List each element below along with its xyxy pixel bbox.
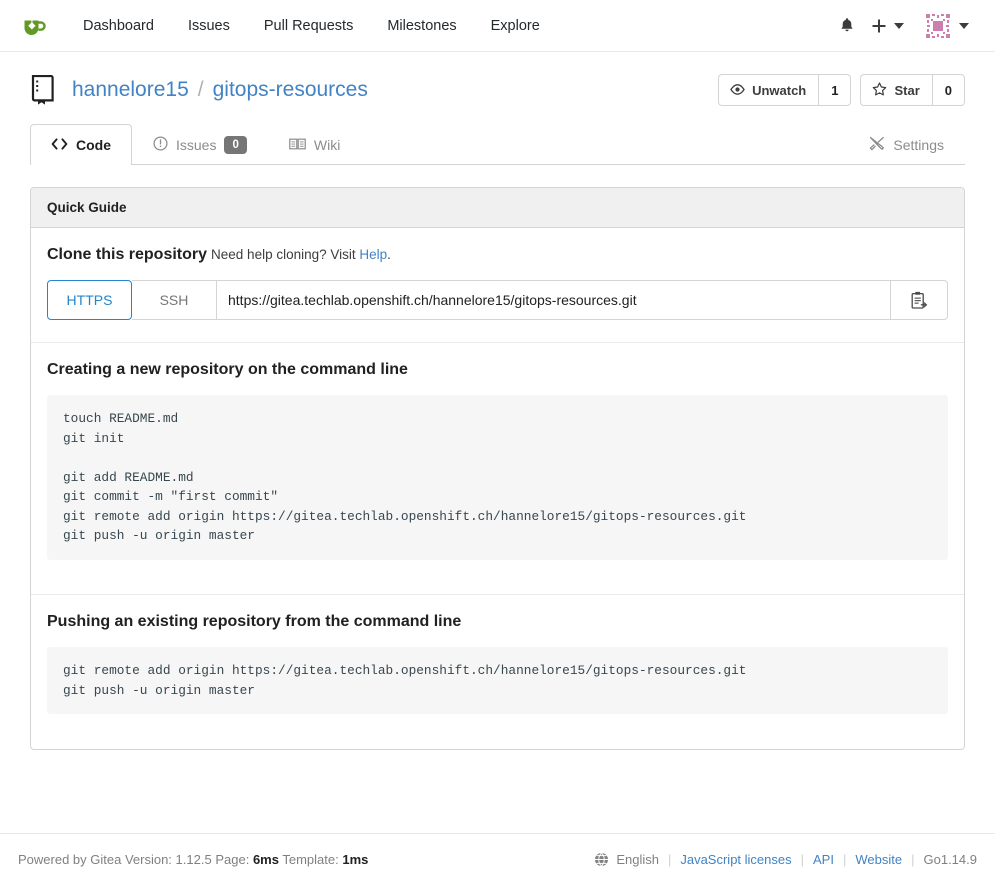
footer-divider: | (801, 852, 804, 867)
star-button[interactable]: Star (860, 74, 931, 106)
navbar-right-actions (829, 0, 977, 52)
create-repo-section-title: Creating a new repository on the command… (47, 361, 948, 379)
footer-template-time: 1ms (342, 852, 368, 867)
tab-issues[interactable]: Issues 0 (132, 124, 268, 165)
nav-link-pull-requests[interactable]: Pull Requests (247, 0, 370, 52)
create-repo-code-block[interactable]: touch README.md git init git add README.… (47, 395, 948, 560)
clone-title-text: Clone this repository (47, 246, 207, 263)
create-repo-section: Creating a new repository on the command… (31, 343, 964, 595)
clone-title: Clone this repository Need help cloning? … (47, 246, 948, 264)
star-label: Star (894, 83, 919, 98)
protocol-ssh-button[interactable]: SSH (132, 280, 217, 320)
nav-link-issues[interactable]: Issues (171, 0, 247, 52)
unwatch-button[interactable]: Unwatch (718, 74, 818, 106)
star-count[interactable]: 0 (932, 74, 965, 106)
repo-path-separator: / (198, 78, 204, 102)
watch-button-group: Unwatch 1 (718, 74, 851, 106)
top-navbar: Dashboard Issues Pull Requests Milestone… (0, 0, 995, 52)
footer-right: English | JavaScript licenses | API | We… (594, 852, 977, 867)
tab-issues-badge: 0 (224, 136, 246, 155)
plus-icon (871, 18, 887, 34)
tab-settings-label: Settings (893, 137, 944, 153)
footer-powered-by: Powered by Gitea Version: (18, 852, 172, 867)
clone-url-row: HTTPS SSH (47, 280, 948, 320)
star-icon (872, 82, 887, 99)
footer-version: 1.12.5 (176, 852, 212, 867)
clone-section: Clone this repository Need help cloning? … (31, 228, 964, 343)
tab-wiki[interactable]: Wiki (268, 124, 361, 165)
clone-subtitle: Need help cloning? Visit Help. (211, 247, 391, 262)
repo-owner-link[interactable]: hannelore15 (72, 78, 189, 102)
code-brackets-icon (51, 137, 68, 153)
clone-subtitle-text: Need help cloning? Visit (211, 247, 356, 262)
clipboard-copy-icon[interactable] (890, 280, 948, 320)
push-repo-section: Pushing an existing repository from the … (31, 595, 964, 749)
footer-left: Powered by Gitea Version: 1.12.5 Page: 6… (18, 852, 368, 867)
notification-bell-icon[interactable] (829, 0, 865, 52)
repository-tabs-wrapper: Code Issues 0 (30, 124, 965, 165)
clone-subtitle-period: . (387, 247, 391, 262)
footer-divider: | (668, 852, 671, 867)
footer-website-link[interactable]: Website (855, 852, 902, 867)
user-menu-button[interactable] (910, 12, 977, 40)
globe-icon (594, 852, 609, 867)
repository-path: hannelore15 / gitops-resources (72, 78, 368, 102)
book-open-icon (289, 137, 306, 154)
footer-language[interactable]: English (616, 852, 659, 867)
nav-link-dashboard[interactable]: Dashboard (66, 0, 171, 52)
footer-divider: | (911, 852, 914, 867)
footer-api-link[interactable]: API (813, 852, 834, 867)
tab-code[interactable]: Code (30, 124, 132, 165)
eye-icon (730, 83, 745, 98)
create-new-button[interactable] (865, 18, 910, 34)
footer-page-time: 6ms (253, 852, 279, 867)
push-repo-code-block[interactable]: git remote add origin https://gitea.tech… (47, 647, 948, 714)
page-footer: Powered by Gitea Version: 1.12.5 Page: 6… (0, 833, 995, 885)
page-body: Quick Guide Clone this repository Need he… (0, 165, 995, 750)
protocol-https-button[interactable]: HTTPS (47, 280, 132, 320)
star-button-group: Star 0 (860, 74, 965, 106)
tab-code-label: Code (76, 137, 111, 153)
nav-link-milestones[interactable]: Milestones (370, 0, 473, 52)
watch-count[interactable]: 1 (818, 74, 851, 106)
footer-template-label: Template: (282, 852, 338, 867)
repo-book-icon (30, 75, 56, 105)
footer-go-version: Go1.14.9 (924, 852, 978, 867)
repository-title-row: hannelore15 / gitops-resources Unwatch 1 (30, 70, 965, 110)
tabs-right-group: Settings (848, 124, 965, 165)
user-avatar-identicon (924, 12, 952, 40)
repository-header: hannelore15 / gitops-resources Unwatch 1 (0, 52, 995, 165)
clone-help-link[interactable]: Help (359, 247, 387, 262)
clone-url-input[interactable] (217, 280, 890, 320)
footer-js-licenses-link[interactable]: JavaScript licenses (680, 852, 791, 867)
nav-links: Dashboard Issues Pull Requests Milestone… (66, 0, 557, 52)
repo-name-link[interactable]: gitops-resources (213, 78, 368, 102)
repository-actions: Unwatch 1 Star 0 (718, 74, 965, 106)
push-repo-section-title: Pushing an existing repository from the … (47, 613, 948, 631)
tab-wiki-label: Wiki (314, 137, 340, 153)
tab-settings[interactable]: Settings (848, 135, 965, 154)
tab-issues-label: Issues (176, 137, 216, 153)
chevron-down-icon (894, 23, 904, 29)
unwatch-label: Unwatch (752, 83, 806, 98)
chevron-down-icon (959, 23, 969, 29)
footer-page-label: Page: (215, 852, 249, 867)
footer-divider: | (843, 852, 846, 867)
repository-tabs: Code Issues 0 (30, 124, 965, 165)
quick-guide-header: Quick Guide (31, 188, 964, 228)
gitea-teacup-logo-icon[interactable] (18, 11, 48, 41)
tools-icon (869, 136, 885, 154)
nav-link-explore[interactable]: Explore (474, 0, 557, 52)
issue-circle-icon (153, 136, 168, 154)
quick-guide-card: Quick Guide Clone this repository Need he… (30, 187, 965, 750)
